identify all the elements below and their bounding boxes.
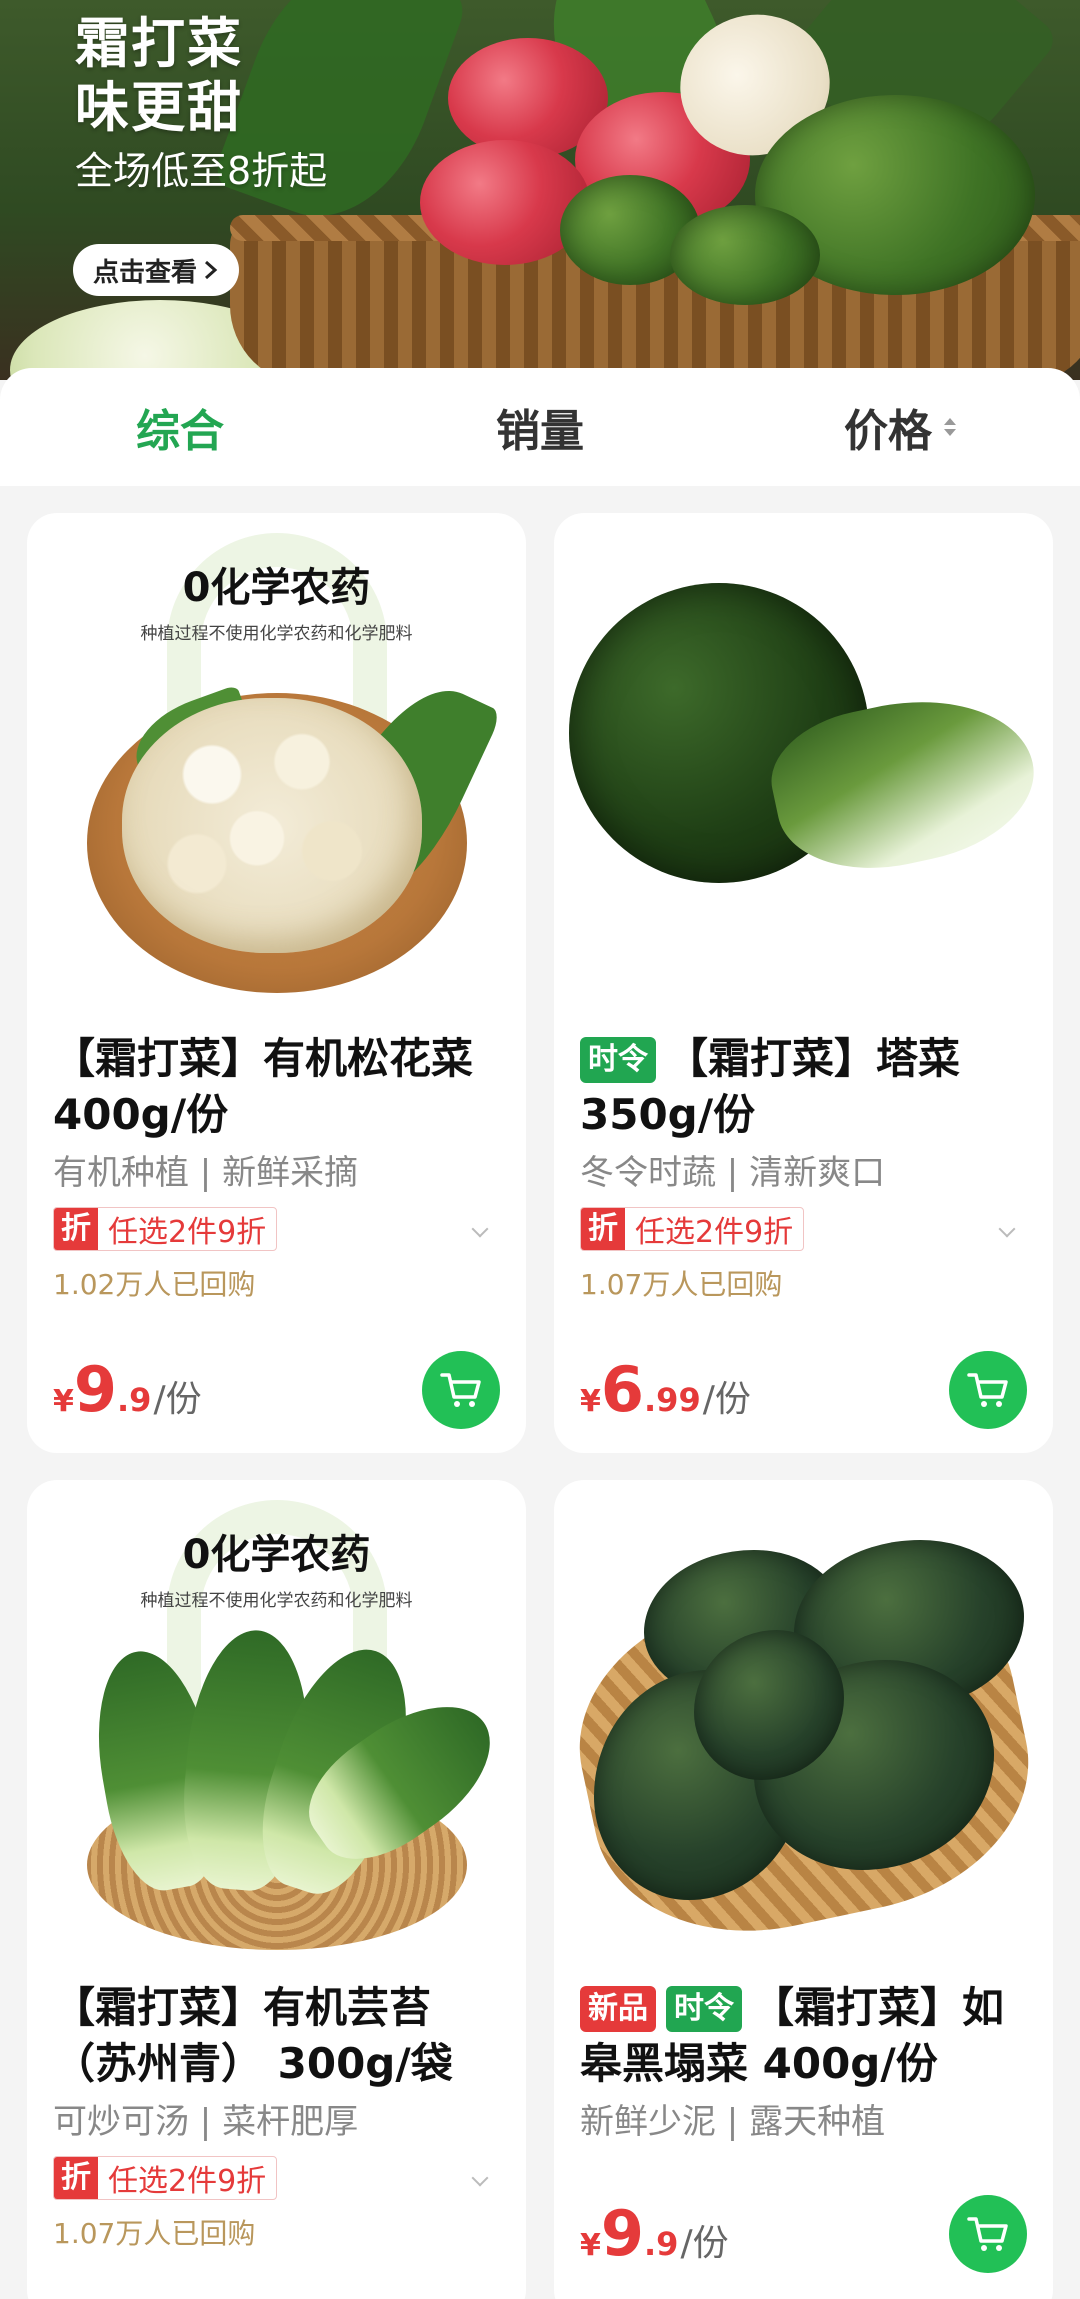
product-features: 新鲜少泥 | 露天种植 (580, 2102, 886, 2142)
sort-arrows-icon (944, 418, 956, 436)
product-features: 有机种植 | 新鲜采摘 (53, 1153, 359, 1193)
price-decimal: .99 (644, 1380, 701, 1419)
promo-text: 任选2件9折 (108, 1215, 267, 1250)
product-features: 可炒可汤 | 菜杆肥厚 (53, 2102, 359, 2142)
no-pesticide-badge: 0化学农药 种植过程不使用化学农药和化学肥料 (27, 555, 526, 644)
repurchase-count: 1.02万人已回购 (53, 1268, 256, 1301)
tab-comprehensive[interactable]: 综合 (0, 395, 360, 459)
tag-seasonal: 时令 (580, 1037, 656, 1083)
cauliflower-image (122, 698, 422, 953)
product-image: 0化学农药 种植过程不使用化学农药和化学肥料 (27, 513, 526, 1013)
product-image (554, 1480, 1053, 1980)
price-integer: 9 (600, 2196, 645, 2270)
product-name-row: 时令 【霜打菜】塔菜350g/份 (580, 1031, 1027, 1143)
discount-icon: 折 (54, 2157, 98, 2199)
discount-icon: 折 (581, 1208, 625, 1250)
promo-banner[interactable]: 霜打菜 味更甜 全场低至8折起 点击查看 (0, 0, 1080, 380)
add-to-cart-button[interactable] (949, 2195, 1027, 2273)
tab-label: 销量 (496, 406, 584, 457)
sort-tabs: 综合 销量 价格 (0, 368, 1080, 486)
badge-title: 0化学农药 (182, 565, 371, 611)
price-integer: 6 (600, 1352, 645, 1426)
product-features: 冬令时蔬 | 清新爽口 (580, 1153, 886, 1193)
price-currency: ¥ (53, 1383, 74, 1419)
product-name: 【霜打菜】有机芸苔（苏州青） 300g/袋 (53, 1983, 453, 2088)
chevron-down-icon[interactable] (471, 2169, 489, 2187)
chevron-right-icon (205, 260, 218, 280)
product-name-row: 新品 时令 【霜打菜】如皋黑塌菜 400g/份 (580, 1980, 1027, 2092)
cart-icon (967, 2217, 1008, 2251)
promo-badge[interactable]: 折 任选2件9折 (53, 2156, 278, 2200)
product-image: 0化学农药 种植过程不使用化学农药和化学肥料 (27, 1480, 526, 1980)
price-decimal: .9 (644, 2224, 679, 2263)
promo-badge[interactable]: 折 任选2件9折 (580, 1207, 805, 1251)
tab-label: 价格 (844, 406, 932, 457)
product-card[interactable]: 0化学农药 种植过程不使用化学农药和化学肥料 【霜打菜】有机松花菜 400g/份… (27, 513, 526, 1453)
promo-text: 任选2件9折 (635, 1215, 794, 1250)
product-price: ¥ 6 .99 /份 (580, 1352, 751, 1426)
promo-text: 任选2件9折 (108, 2164, 267, 2199)
product-name: 【霜打菜】有机松花菜 400g/份 (53, 1034, 474, 1139)
price-decimal: .9 (117, 1380, 152, 1419)
discount-icon: 折 (54, 1208, 98, 1250)
promo-badge[interactable]: 折 任选2件9折 (53, 1207, 278, 1251)
badge-title: 0化学农药 (182, 1532, 371, 1578)
tab-sales[interactable]: 销量 (360, 395, 720, 459)
add-to-cart-button[interactable] (422, 1351, 500, 1429)
product-image (554, 513, 1053, 1013)
add-to-cart-button[interactable] (949, 1351, 1027, 1429)
tab-label: 综合 (136, 406, 224, 457)
product-card[interactable]: 时令 【霜打菜】塔菜350g/份 冬令时蔬 | 清新爽口 折 任选2件9折 1.0… (554, 513, 1053, 1453)
repurchase-count: 1.07万人已回购 (53, 2217, 256, 2250)
banner-title-line2: 味更甜 (75, 76, 243, 139)
banner-subtitle: 全场低至8折起 (75, 149, 328, 193)
price-currency: ¥ (580, 1383, 601, 1419)
chevron-down-icon[interactable] (998, 1220, 1016, 1238)
banner-title: 霜打菜 (75, 12, 243, 75)
tag-new: 新品 (580, 1986, 656, 2032)
chevron-down-icon[interactable] (471, 1220, 489, 1238)
price-currency: ¥ (580, 2227, 601, 2263)
repurchase-count: 1.07万人已回购 (580, 1268, 783, 1301)
cart-icon (440, 1373, 481, 1407)
tab-price[interactable]: 价格 (720, 395, 1080, 459)
banner-view-button-label: 点击查看 (92, 257, 197, 288)
banner-view-button[interactable]: 点击查看 (73, 244, 239, 296)
cart-icon (967, 1373, 1008, 1407)
product-price: ¥ 9 .9 /份 (580, 2196, 729, 2270)
product-card[interactable]: 新品 时令 【霜打菜】如皋黑塌菜 400g/份 新鲜少泥 | 露天种植 ¥ 9 .9… (554, 1480, 1053, 2299)
price-unit: /份 (680, 2222, 729, 2264)
badge-subtitle: 种植过程不使用化学农药和化学肥料 (140, 624, 413, 644)
no-pesticide-badge: 0化学农药 种植过程不使用化学农药和化学肥料 (27, 1522, 526, 1611)
tag-seasonal: 时令 (666, 1986, 742, 2032)
price-integer: 9 (73, 1352, 118, 1426)
product-card[interactable]: 0化学农药 种植过程不使用化学农药和化学肥料 【霜打菜】有机芸苔（苏州青） 30… (27, 1480, 526, 2299)
broccoli-image (670, 205, 820, 305)
price-unit: /份 (153, 1378, 202, 1420)
product-price: ¥ 9 .9 /份 (53, 1352, 202, 1426)
badge-subtitle: 种植过程不使用化学农药和化学肥料 (140, 1591, 413, 1611)
price-unit: /份 (702, 1378, 751, 1420)
